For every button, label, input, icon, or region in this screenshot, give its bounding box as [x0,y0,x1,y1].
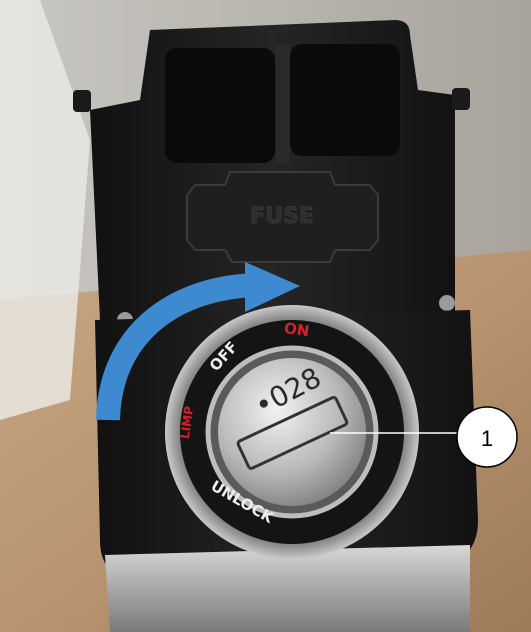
position-label-on: ON [283,319,311,340]
photo-frame: FUSE •028 OFF ON LIMP UNLOCK 1 [0,0,531,632]
screw-right [439,295,455,311]
left-vent-opening [165,48,275,163]
clip-left [73,90,91,112]
photo-canvas: FUSE •028 OFF ON LIMP UNLOCK 1 [0,0,531,632]
callout-number: 1 [481,426,493,451]
vent-divider [276,44,290,164]
right-vent-opening [290,44,400,156]
clip-right [452,88,470,110]
fuse-label: FUSE [250,204,314,229]
